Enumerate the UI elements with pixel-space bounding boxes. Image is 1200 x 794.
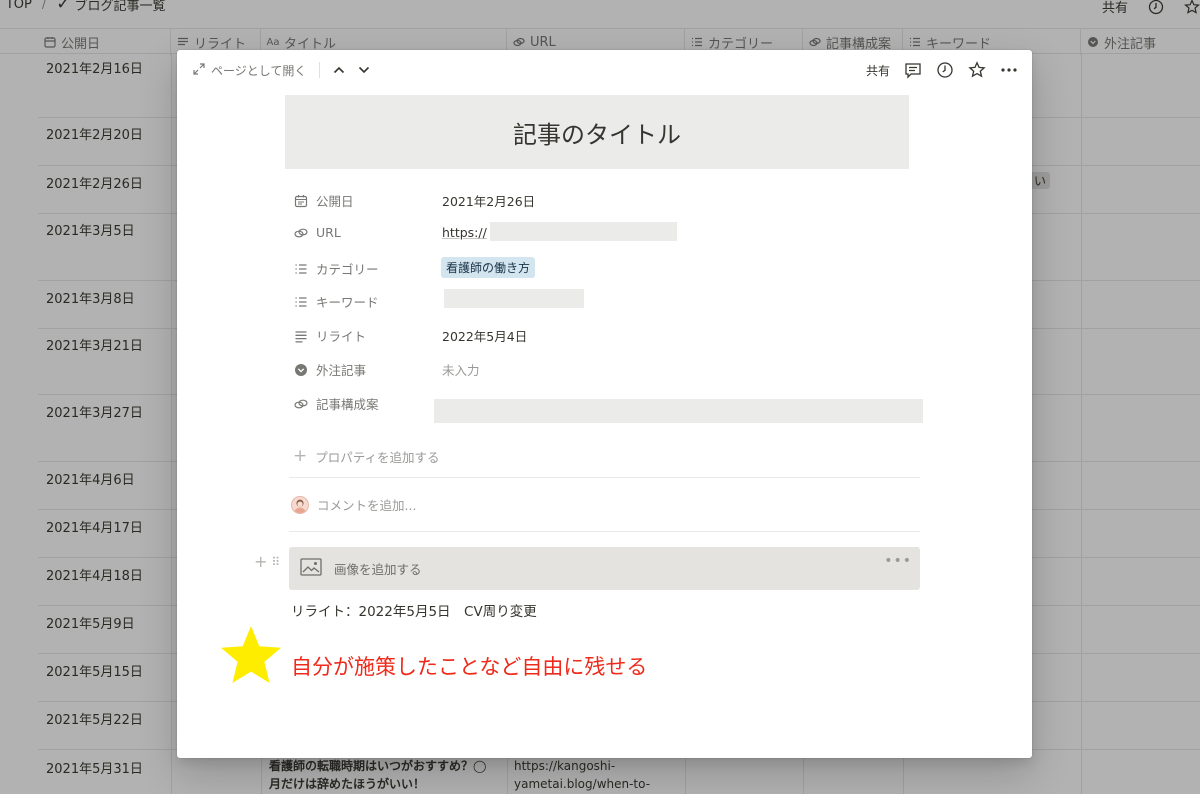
category-tag[interactable]: 看護師の働き方 [441, 257, 536, 278]
add-property-button[interactable]: + プロパティを追加する [293, 446, 440, 466]
property-name: キーワード [293, 292, 379, 311]
comment-icon[interactable] [904, 61, 922, 79]
add-property-label: プロパティを追加する [315, 449, 440, 465]
clock-icon[interactable] [936, 61, 954, 79]
modal-actions: 共有 [866, 59, 1018, 81]
image-icon [300, 558, 322, 579]
chevron-up-icon [333, 66, 345, 74]
property-label: カテゴリー [316, 262, 379, 277]
property-name: カテゴリー [293, 259, 379, 278]
text-lines-icon [293, 328, 308, 343]
drag-handle-icon[interactable]: ⠿ [271, 555, 280, 569]
modal-header: ページとして開く 共有 [177, 50, 1032, 90]
property-category[interactable]: カテゴリー 看護師の働き方 [293, 255, 923, 281]
open-as-page-button[interactable]: ページとして開く [193, 62, 306, 79]
more-options-icon[interactable] [1000, 61, 1018, 79]
block-handle[interactable]: + ⠿ [254, 552, 280, 571]
list-icon [293, 261, 308, 276]
divider [289, 531, 920, 532]
property-label: キーワード [316, 295, 379, 310]
property-label: 公開日 [316, 194, 354, 209]
property-url[interactable]: URL https:// [293, 221, 923, 247]
expand-icon [193, 63, 205, 78]
rewrite-note[interactable]: リライト：2022年5月5日 CV周り変更 [291, 600, 537, 620]
property-outsourced[interactable]: 外注記事 未入力 [293, 356, 923, 382]
property-name: 公開日 [293, 191, 354, 210]
property-value-url[interactable]: https:// [442, 225, 487, 240]
add-block-icon[interactable]: + [254, 552, 267, 571]
add-image-block[interactable]: 画像を追加する ••• [289, 547, 920, 590]
previous-page-button[interactable] [329, 60, 349, 80]
property-keyword[interactable]: キーワード [293, 288, 923, 314]
property-name: URL [293, 225, 341, 240]
property-outline[interactable]: 記事構成案 [293, 390, 923, 426]
star-annotation-icon [221, 626, 281, 683]
property-name: 記事構成案 [293, 394, 379, 413]
modal-share-button[interactable]: 共有 [866, 62, 890, 79]
calendar-icon [293, 193, 308, 208]
select-icon [293, 362, 308, 377]
property-publish-date[interactable]: 公開日 2021年2月26日 [293, 187, 923, 213]
add-image-label: 画像を追加する [334, 562, 422, 577]
property-value: 2022年5月4日 [442, 329, 528, 344]
next-page-button[interactable] [354, 60, 374, 80]
property-value: 2021年2月26日 [442, 194, 536, 209]
list-icon [293, 294, 308, 309]
plus-icon: + [293, 446, 308, 466]
redacted-outline [434, 399, 923, 423]
page-preview-modal: ページとして開く 共有 記事のタイトル 公開日 2021年2月26日 URL h… [177, 50, 1032, 758]
property-value-empty: 未入力 [442, 363, 480, 378]
add-comment-field[interactable]: コメントを追加... [291, 495, 416, 514]
property-name: リライト [293, 326, 366, 345]
property-label: リライト [316, 329, 367, 344]
add-comment-placeholder: コメントを追加... [317, 498, 417, 513]
property-label: 記事構成案 [316, 397, 379, 412]
annotation-text: 自分が施策したことなど自由に残せる [291, 655, 648, 679]
avatar [291, 495, 309, 514]
property-name: 外注記事 [293, 360, 366, 379]
block-more-icon[interactable]: ••• [884, 553, 912, 569]
redacted-keyword [444, 289, 584, 308]
link-icon [293, 225, 308, 240]
header-divider [319, 62, 320, 78]
open-as-page-label: ページとして開く [211, 64, 307, 78]
page-title[interactable]: 記事のタイトル [285, 95, 909, 169]
property-rewrite[interactable]: リライト 2022年5月4日 [293, 322, 923, 348]
property-label: 外注記事 [316, 363, 367, 378]
redacted-url [490, 222, 677, 241]
chevron-down-icon [358, 66, 370, 74]
divider [289, 477, 920, 478]
star-icon[interactable] [968, 61, 986, 79]
property-label: URL [316, 225, 341, 240]
link-icon [293, 396, 308, 411]
